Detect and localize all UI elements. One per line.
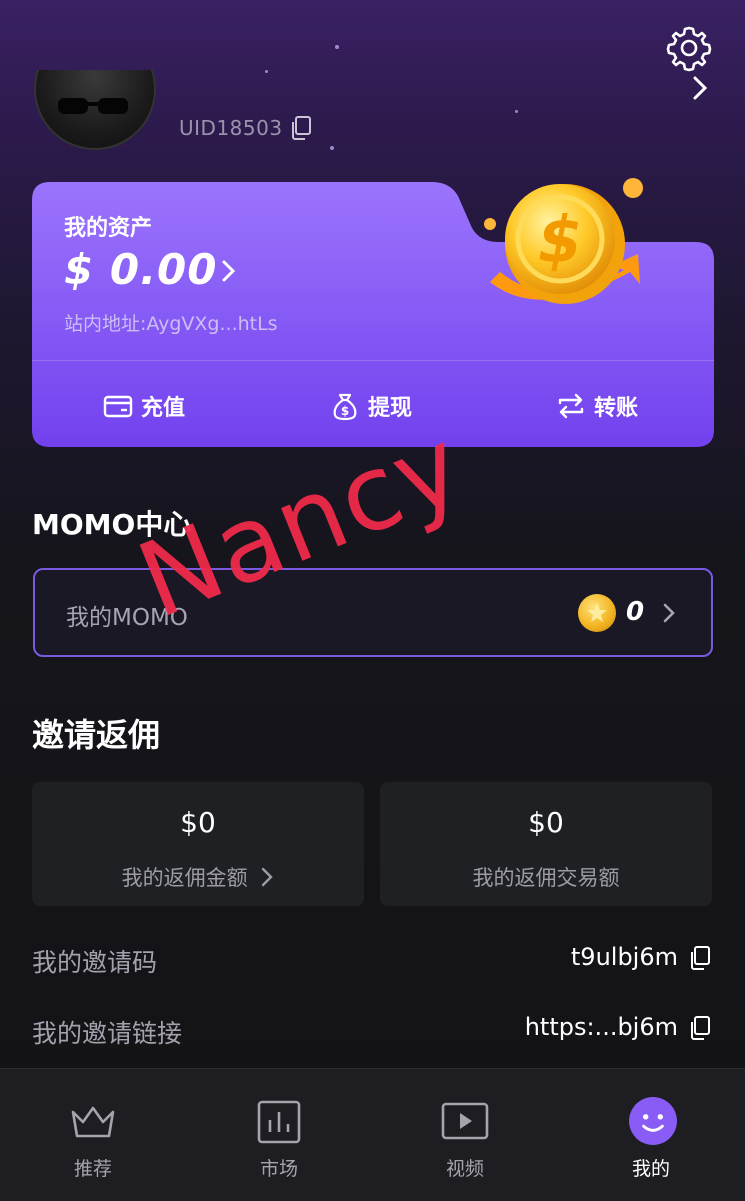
rebate-volume-value: $0 bbox=[528, 806, 564, 839]
copy-icon[interactable] bbox=[688, 1015, 712, 1041]
deposit-button[interactable]: 充值 bbox=[103, 385, 185, 427]
chevron-right-icon[interactable] bbox=[688, 74, 712, 102]
crown-icon bbox=[71, 1106, 115, 1138]
invite-link-value: https:...bj6m bbox=[524, 1013, 678, 1041]
invite-code-value: t9ulbj6m bbox=[570, 943, 678, 971]
nav-label-recommend: 推荐 bbox=[73, 1158, 112, 1180]
transfer-label: 转账 bbox=[594, 396, 639, 421]
deposit-label: 充值 bbox=[141, 396, 186, 421]
rebate-amount-label[interactable]: 我的返佣金额 bbox=[32, 862, 364, 892]
chevron-right-icon[interactable] bbox=[661, 601, 677, 625]
chevron-right-icon[interactable] bbox=[218, 258, 240, 284]
smiley-icon bbox=[629, 1097, 677, 1145]
gear-icon[interactable] bbox=[665, 24, 713, 72]
invite-code-label: 我的邀请码 bbox=[32, 948, 158, 977]
transfer-icon bbox=[558, 393, 584, 419]
dollar-coin-icon: $ bbox=[484, 178, 643, 304]
copy-icon[interactable] bbox=[688, 945, 712, 971]
card-icon bbox=[103, 395, 133, 418]
nav-label-market: 市场 bbox=[259, 1158, 298, 1180]
momo-balance: 0 bbox=[626, 597, 645, 627]
avatar[interactable] bbox=[34, 70, 156, 150]
nav-label-video: 视频 bbox=[445, 1158, 484, 1180]
avatar-image bbox=[34, 70, 156, 150]
invite-link-label: 我的邀请链接 bbox=[32, 1019, 183, 1048]
money-bag-icon: $ bbox=[333, 393, 357, 421]
asset-title: 我的资产 bbox=[64, 216, 153, 241]
rebate-amount-value: $0 bbox=[180, 806, 216, 839]
nav-label-mine: 我的 bbox=[631, 1158, 670, 1180]
asset-amount[interactable]: $ 0.00 bbox=[64, 245, 217, 294]
rebate-volume-label: 我的返佣交易额 bbox=[472, 866, 620, 890]
chart-icon bbox=[257, 1100, 301, 1144]
play-icon bbox=[441, 1102, 489, 1140]
transfer-button[interactable]: 转账 bbox=[556, 385, 638, 427]
wallet-address: 站内地址:AygVXg...htLs bbox=[64, 313, 278, 335]
chevron-right-icon bbox=[262, 867, 274, 887]
card-divider bbox=[32, 360, 714, 361]
svg-text:$: $ bbox=[341, 404, 349, 418]
user-id: UID18503 bbox=[179, 116, 283, 140]
momo-coin-icon bbox=[578, 594, 616, 632]
svg-text:$: $ bbox=[538, 204, 583, 278]
rebate-section-title: 邀请返佣 bbox=[32, 716, 161, 754]
copy-uid-icon[interactable] bbox=[289, 115, 313, 141]
